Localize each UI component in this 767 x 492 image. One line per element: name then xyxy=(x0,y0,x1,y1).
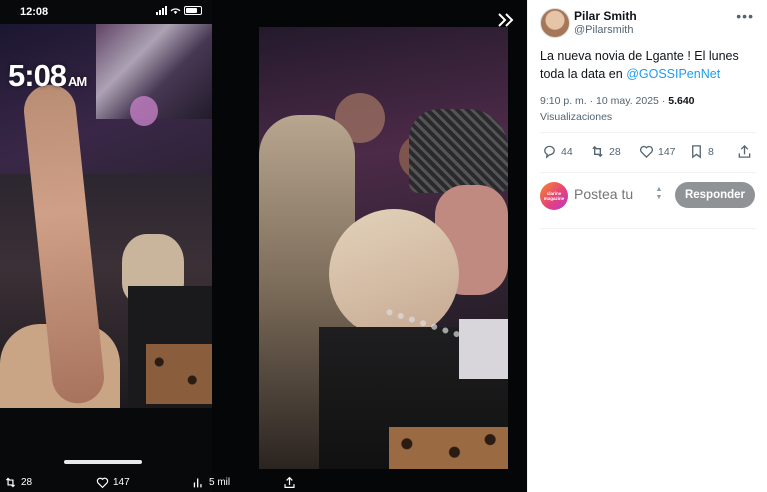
bookmark-icon xyxy=(692,145,701,159)
reply-count: 44 xyxy=(561,145,573,158)
tweet-date[interactable]: 10 may. 2025 xyxy=(596,95,659,107)
tweet-text: La nueva novia de Lgante ! El lunes toda… xyxy=(540,49,739,81)
share-icon xyxy=(738,144,751,158)
author-avatar[interactable] xyxy=(540,8,570,38)
heart-icon xyxy=(96,477,109,489)
mention-link[interactable]: @GOSSIPenNet xyxy=(626,67,720,81)
bookmark-button[interactable]: 8 xyxy=(689,144,714,159)
tweet-meta: 9:10 p. m. · 10 may. 2025 · 5.640 xyxy=(540,95,695,107)
retweet-button[interactable]: 28 xyxy=(590,144,621,159)
story-image: 5:08 AM xyxy=(0,24,212,408)
home-indicator xyxy=(64,460,142,464)
status-icons xyxy=(156,6,202,15)
media-retweet-count: 28 xyxy=(21,477,33,488)
media-share-button[interactable] xyxy=(283,476,296,489)
expand-icon[interactable] xyxy=(497,12,515,28)
retweet-count: 28 xyxy=(609,145,621,158)
more-options-icon[interactable]: ••• xyxy=(736,8,754,24)
battery-icon xyxy=(184,6,202,15)
divider xyxy=(540,228,756,229)
tweet-time[interactable]: 9:10 p. m. xyxy=(540,95,587,107)
status-bar: 12:08 xyxy=(0,0,212,24)
bookmark-count: 8 xyxy=(708,145,714,158)
media-retweet-button[interactable]: 28 xyxy=(4,476,32,489)
share-icon xyxy=(284,476,295,488)
tweet-actions: 44 28 147 8 xyxy=(528,140,767,166)
tweet-header: Pilar Smith @Pilarsmith ••• xyxy=(528,0,767,44)
author-handle[interactable]: @Pilarsmith xyxy=(574,24,633,36)
phone-screenshot: 12:08 5:08 AM xyxy=(0,0,212,492)
reply-submit-button[interactable]: Responder xyxy=(675,182,755,208)
tweet-views-label: Visualizaciones xyxy=(540,111,613,123)
like-count: 147 xyxy=(658,145,676,158)
media-views-count: 5 mil xyxy=(209,477,231,488)
views-chart-icon xyxy=(193,478,202,488)
scroll-arrows-icon[interactable]: ▲ ▼ xyxy=(655,186,663,204)
wifi-icon xyxy=(170,8,181,15)
tweet-panel: Pilar Smith @Pilarsmith ••• La nueva nov… xyxy=(527,0,767,492)
tweet-views-count: 5.640 xyxy=(668,95,695,107)
signal-icon xyxy=(156,6,167,15)
media-views[interactable]: 5 mil xyxy=(192,476,230,489)
media-like-button[interactable]: 147 xyxy=(96,476,130,489)
retweet-icon xyxy=(592,145,603,158)
reply-icon xyxy=(544,145,555,159)
divider xyxy=(540,132,756,133)
story-clock: 5:08 AM xyxy=(8,58,87,93)
video-frame[interactable] xyxy=(259,27,508,469)
retweet-icon xyxy=(6,477,15,488)
share-button[interactable] xyxy=(737,144,752,159)
reply-composer: clarine magazine ▲▼ Responder xyxy=(528,176,767,220)
like-button[interactable]: 147 xyxy=(639,144,676,159)
media-viewer: 12:08 5:08 AM 28 147 5 mil xyxy=(0,0,527,492)
reply-button[interactable]: 44 xyxy=(542,144,573,159)
author-name[interactable]: Pilar Smith xyxy=(574,9,637,23)
app-root: 12:08 5:08 AM 28 147 5 mil Pilar Smith @… xyxy=(0,0,767,492)
heart-icon xyxy=(640,145,653,159)
reply-input[interactable] xyxy=(574,186,664,202)
media-stats-bar: 28 147 5 mil xyxy=(0,474,527,492)
reply-avatar: clarine magazine xyxy=(540,182,568,210)
media-like-count: 147 xyxy=(113,477,130,488)
divider xyxy=(540,172,756,173)
status-time: 12:08 xyxy=(20,6,49,18)
